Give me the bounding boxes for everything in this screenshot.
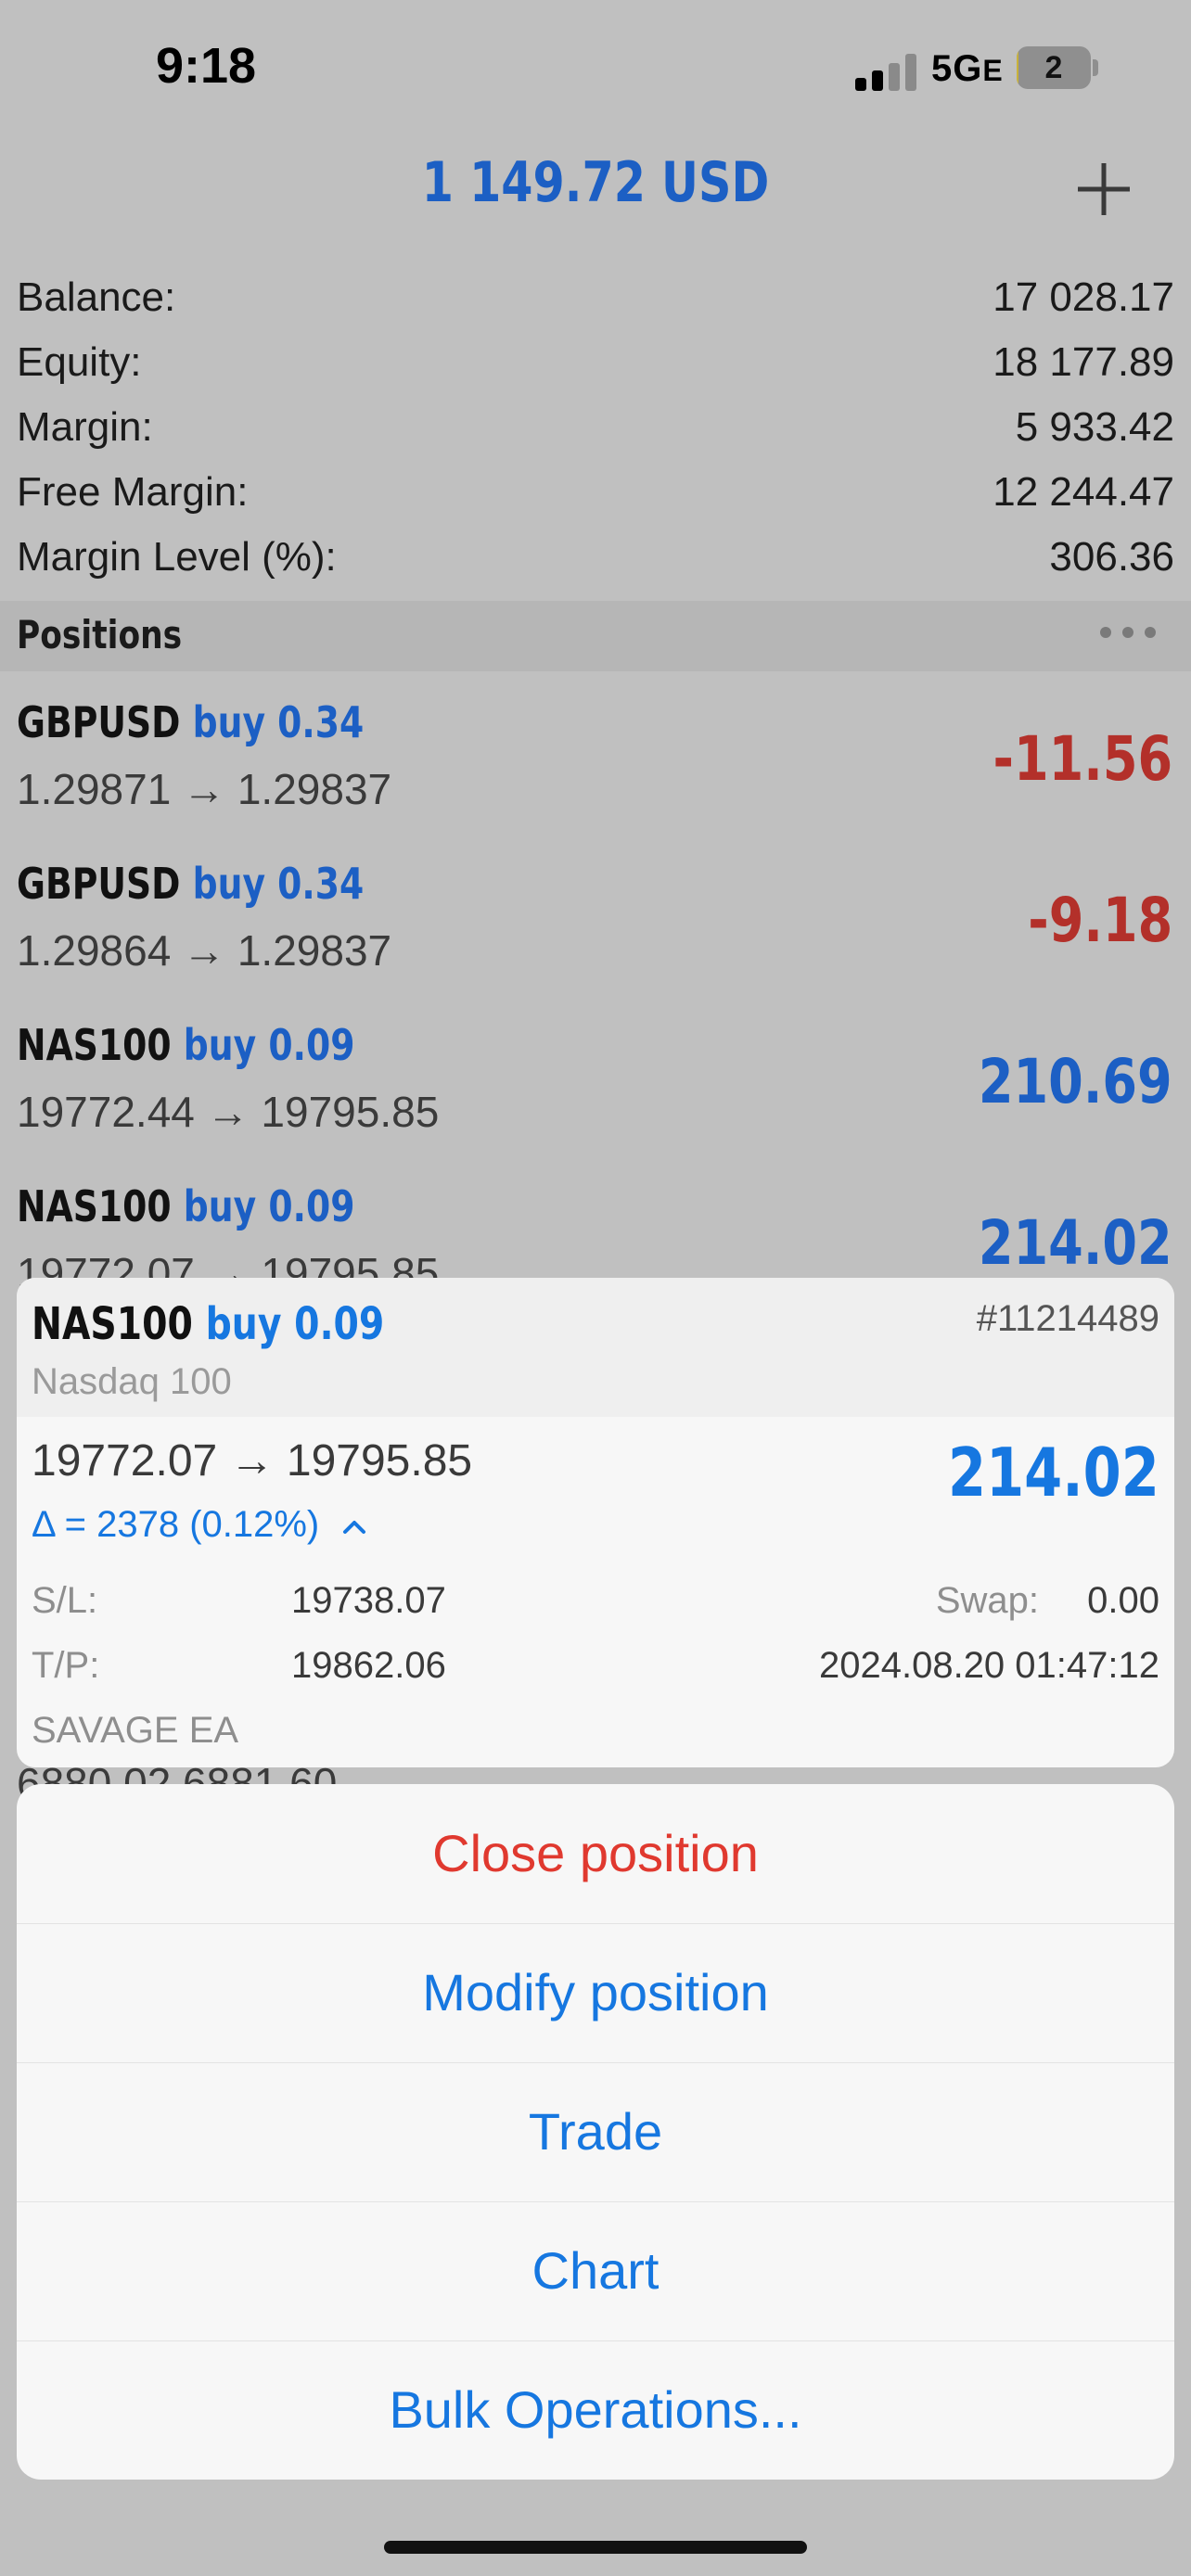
position-prices: 1.29864 → 1.29837 — [17, 926, 392, 975]
account-row-margin: Margin: 5 933.42 — [17, 404, 1174, 469]
ellipsis-icon[interactable] — [1100, 625, 1156, 640]
position-row[interactable]: GBPUSD buy 0.34 1.29864 → 1.29837 -9.18 — [0, 838, 1191, 1000]
account-label: Margin: — [17, 404, 153, 450]
position-symbol: NAS100 — [17, 1020, 172, 1070]
detail-header: NAS100 buy 0.09 #11214489 Nasdaq 100 — [17, 1278, 1174, 1417]
account-label: Free Margin: — [17, 469, 249, 515]
detail-description: Nasdaq 100 — [32, 1361, 232, 1402]
position-profit: 210.69 — [979, 1046, 1172, 1117]
position-prices: 19772.44 → 19795.85 — [17, 1088, 440, 1136]
account-label: Balance: — [17, 274, 176, 320]
detail-prices: 19772.07 → 19795.85 — [32, 1436, 473, 1486]
account-row-balance: Balance: 17 028.17 — [17, 274, 1174, 339]
battery-icon: 2 — [1017, 46, 1091, 89]
status-time: 9:18 — [156, 38, 257, 94]
position-detail-card: NAS100 buy 0.09 #11214489 Nasdaq 100 197… — [17, 1278, 1174, 1767]
account-row-free-margin: Free Margin: 12 244.47 — [17, 469, 1174, 534]
position-row[interactable]: NAS100 buy 0.09 19772.44 → 19795.85 210.… — [0, 1000, 1191, 1161]
account-label: Margin Level (%): — [17, 534, 337, 580]
position-prices: 1.29871 → 1.29837 — [17, 765, 392, 813]
position-symbol: GBPUSD — [17, 697, 181, 747]
account-row-equity: Equity: 18 177.89 — [17, 339, 1174, 404]
open-time: 2024.08.20 01:47:12 — [818, 1645, 1159, 1686]
ellipsis-dot — [1100, 627, 1111, 638]
sl-value: 19738.07 — [291, 1580, 446, 1621]
positions-section-header: Positions — [0, 601, 1191, 671]
signal-bar — [872, 70, 883, 91]
network-suffix: E — [982, 54, 1004, 87]
home-indicator[interactable] — [384, 2541, 807, 2554]
account-row-margin-level: Margin Level (%): 306.36 — [17, 534, 1174, 599]
trade-button[interactable]: Trade — [17, 2062, 1174, 2201]
position-title: NAS100 buy 0.09 — [17, 1020, 354, 1070]
bulk-operations-button[interactable]: Bulk Operations... — [17, 2340, 1174, 2480]
position-side: buy 0.09 — [183, 1020, 355, 1070]
chevron-up-icon — [343, 1521, 366, 1535]
position-title: GBPUSD buy 0.34 — [17, 859, 364, 909]
floating-profit-total: 1 149.72 USD — [421, 150, 770, 215]
position-side: buy 0.34 — [192, 859, 365, 909]
tp-label: T/P: — [32, 1645, 100, 1686]
swap-value: 0.00 — [1087, 1580, 1159, 1621]
position-title: NAS100 buy 0.09 — [17, 1181, 354, 1231]
account-value: 5 933.42 — [1015, 404, 1174, 450]
account-value: 18 177.89 — [992, 339, 1174, 385]
plus-icon[interactable] — [1074, 159, 1133, 219]
position-side: buy 0.34 — [192, 697, 365, 747]
account-value: 306.36 — [1049, 534, 1174, 580]
account-label: Equity: — [17, 339, 142, 385]
battery-cap — [1093, 59, 1098, 76]
status-bar: 9:18 5GE 2 — [0, 0, 1191, 139]
position-profit: -11.56 — [992, 723, 1172, 795]
position-profit: -9.18 — [1028, 885, 1172, 956]
tp-value: 19862.06 — [291, 1645, 446, 1686]
account-value: 12 244.47 — [992, 469, 1174, 515]
close-position-button[interactable]: Close position — [17, 1784, 1174, 1923]
position-row[interactable]: GBPUSD buy 0.34 1.29871 → 1.29837 -11.56 — [0, 677, 1191, 838]
sl-label: S/L: — [32, 1580, 98, 1621]
detail-ticket: #11214489 — [976, 1298, 1159, 1339]
position-symbol: GBPUSD — [17, 859, 181, 909]
action-sheet: Close position Modify position Trade Cha… — [17, 1784, 1174, 2480]
positions-title: Positions — [17, 612, 183, 657]
position-side: buy 0.09 — [183, 1181, 355, 1231]
detail-title: NAS100 buy 0.09 — [32, 1298, 384, 1350]
plus-icon-svg — [1078, 163, 1130, 215]
detail-profit: 214.02 — [948, 1434, 1159, 1511]
account-value: 17 028.17 — [992, 274, 1174, 320]
detail-side: buy 0.09 — [205, 1298, 385, 1350]
signal-bar — [855, 78, 866, 91]
ellipsis-dot — [1145, 627, 1156, 638]
network-label: 5G — [931, 48, 983, 89]
detail-comment: SAVAGE EA — [32, 1710, 239, 1751]
detail-symbol: NAS100 — [32, 1298, 193, 1350]
swap-label: Swap: — [935, 1580, 1039, 1621]
cellular-signal-icon — [855, 52, 922, 91]
position-title: GBPUSD buy 0.34 — [17, 697, 364, 747]
battery-level: 2 — [1044, 50, 1063, 85]
ellipsis-dot — [1122, 627, 1133, 638]
modify-position-button[interactable]: Modify position — [17, 1923, 1174, 2062]
position-symbol: NAS100 — [17, 1181, 172, 1231]
position-profit: 214.02 — [979, 1207, 1172, 1279]
network-type: 5GE — [931, 48, 1004, 90]
chart-button[interactable]: Chart — [17, 2201, 1174, 2340]
detail-delta-toggle[interactable]: Δ = 2378 (0.12%) — [32, 1504, 366, 1546]
detail-delta-text: Δ = 2378 (0.12%) — [32, 1504, 320, 1545]
signal-bar — [905, 54, 916, 91]
signal-bar — [889, 63, 900, 91]
